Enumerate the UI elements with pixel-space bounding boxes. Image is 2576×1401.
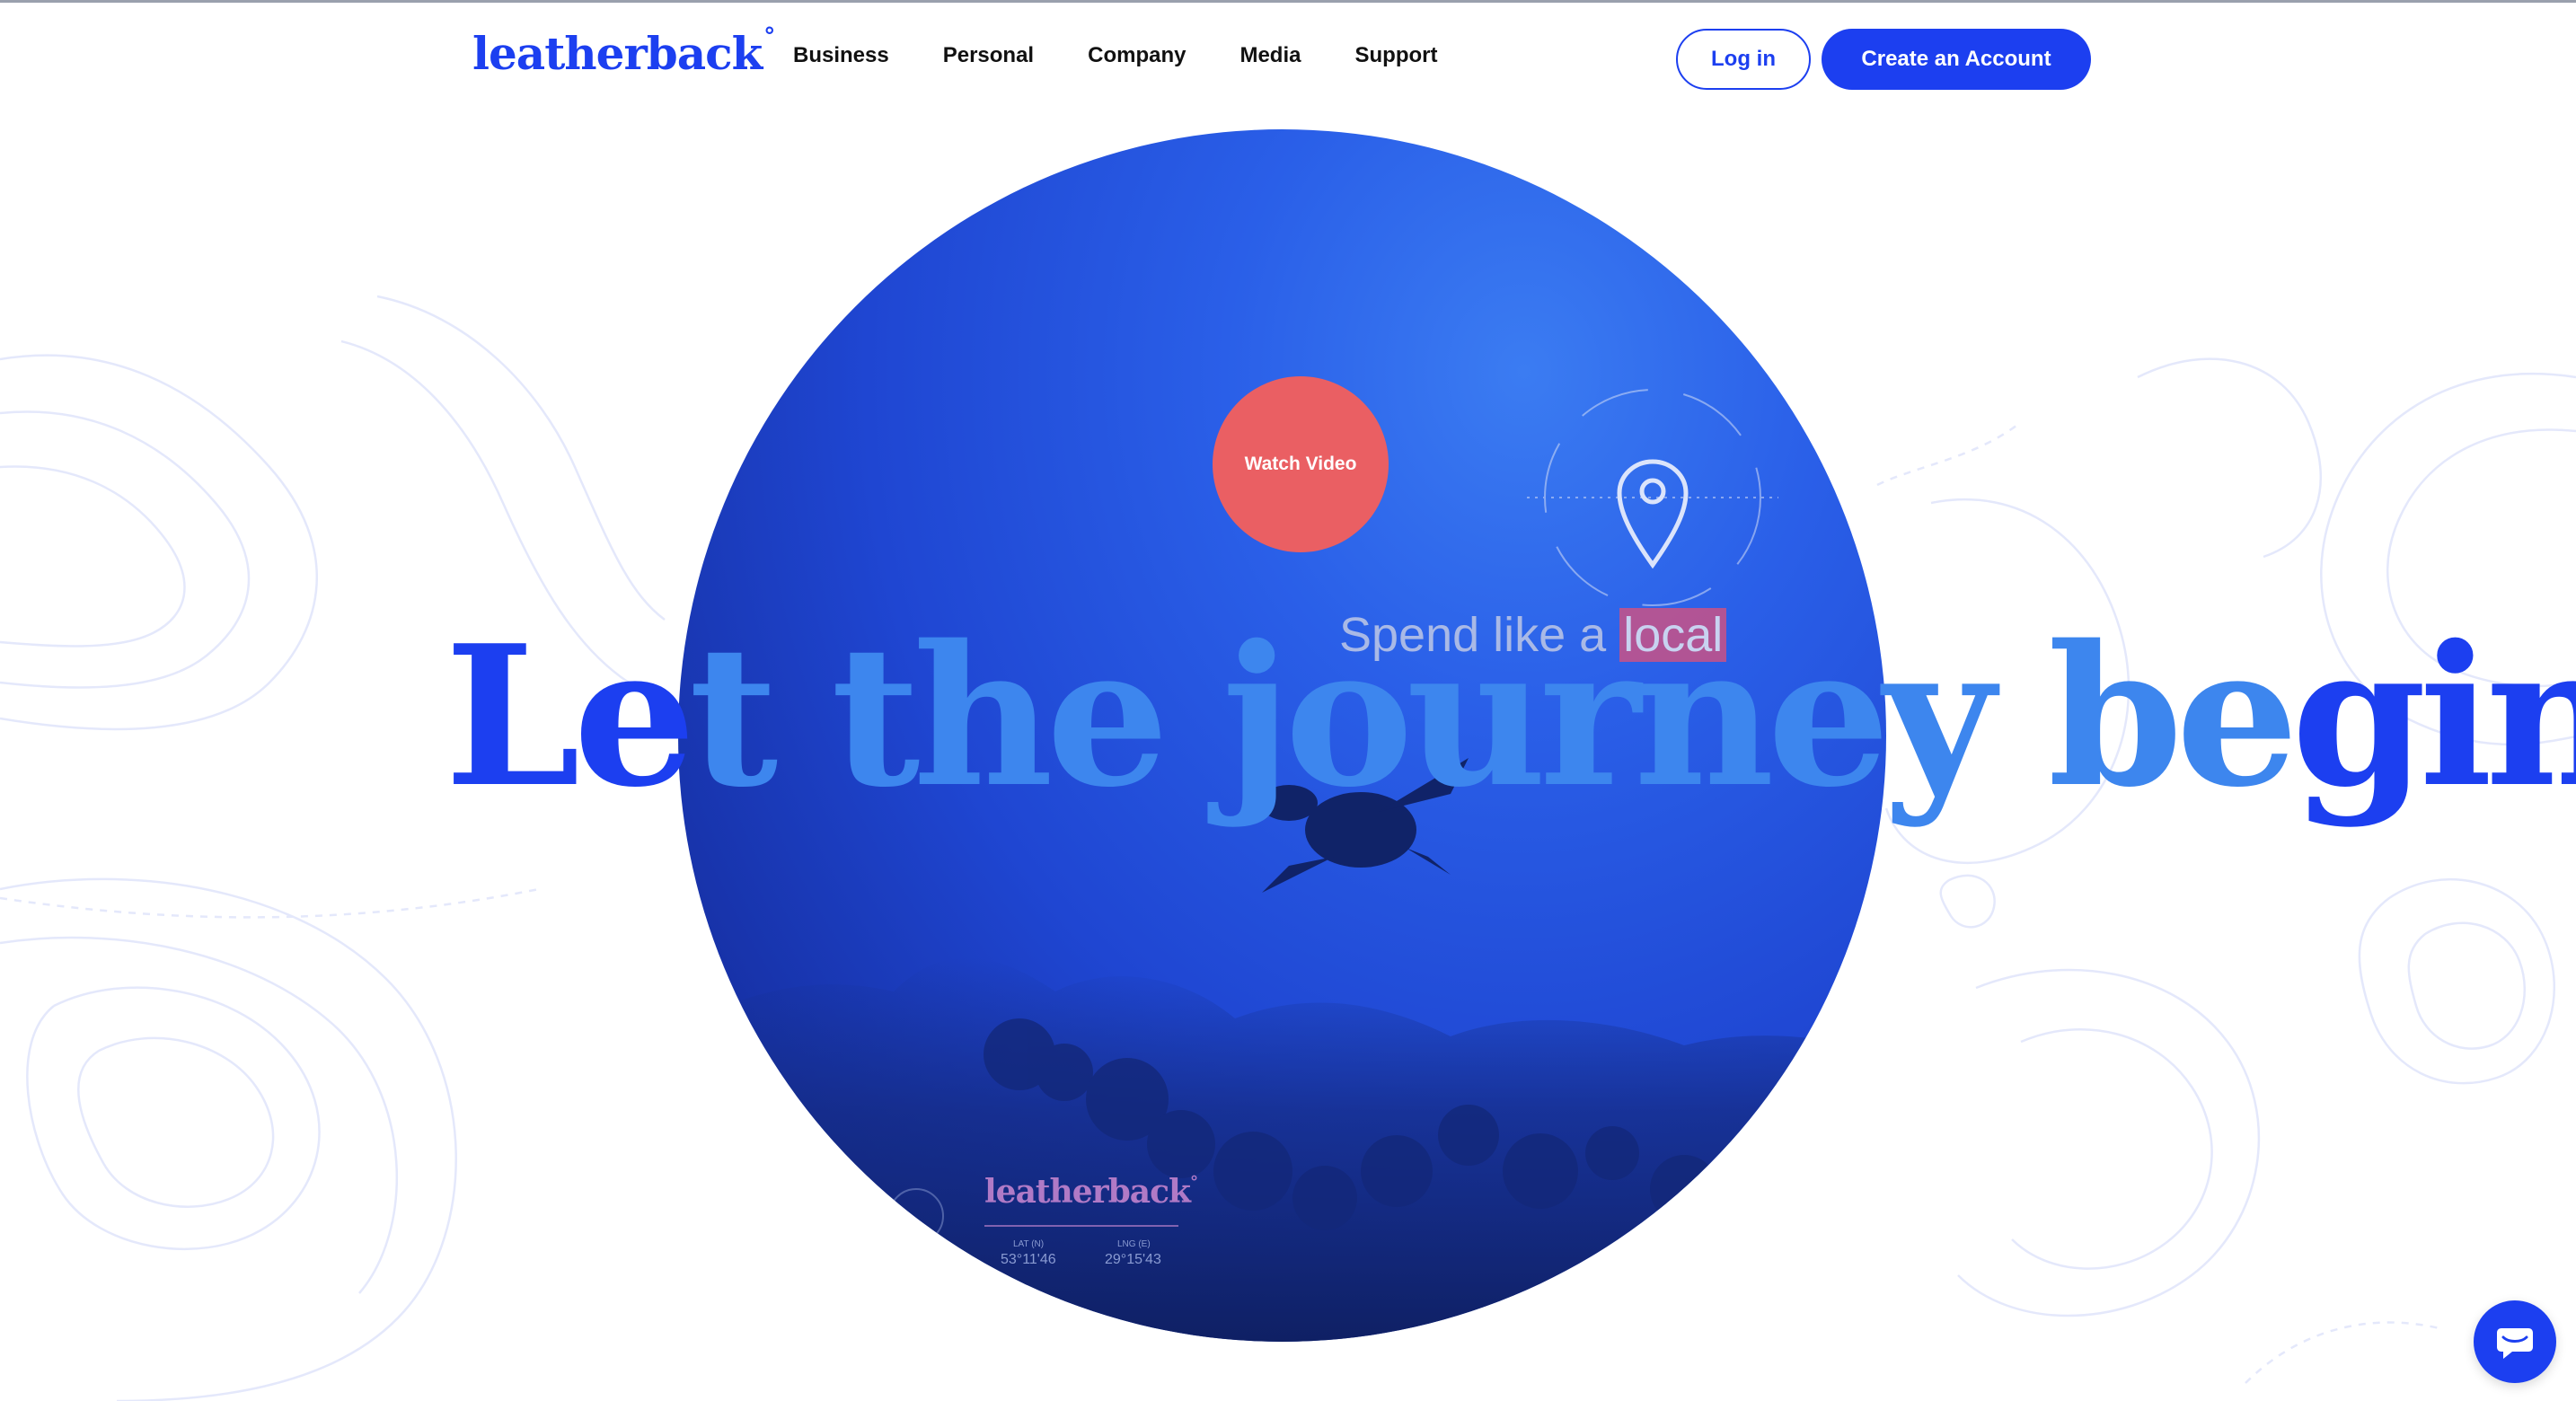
video-watermark-degree: ° (1189, 1173, 1198, 1192)
video-watermark-divider (984, 1225, 1178, 1227)
nav-item-business[interactable]: Business (793, 43, 889, 68)
login-button[interactable]: Log in (1676, 29, 1811, 90)
brand-logo[interactable]: leatherback° (472, 23, 775, 80)
lng-value: 29°15'43 (1105, 1252, 1161, 1267)
lng-label: LNG (E) (1117, 1239, 1151, 1249)
watch-video-button[interactable]: Watch Video (1213, 376, 1389, 552)
lat-label: LAT (N) (1013, 1239, 1045, 1249)
create-account-button[interactable]: Create an Account (1822, 29, 2091, 90)
video-caption-prefix: Spend like a (1339, 608, 1620, 662)
hero-headline: Let the journey begin (445, 620, 2576, 813)
nav-item-support[interactable]: Support (1354, 43, 1437, 68)
video-watermark-logo: leatherback° (984, 1173, 1198, 1211)
nav-item-media[interactable]: Media (1239, 43, 1301, 68)
location-pin-icon (1617, 459, 1689, 569)
chat-bubble-icon (2497, 1328, 2533, 1359)
brand-logo-text: leatherback (472, 27, 763, 80)
brand-logo-degree: ° (763, 23, 775, 50)
video-caption: Spend like a local (1339, 607, 1727, 663)
nav-item-personal[interactable]: Personal (943, 43, 1034, 68)
main-nav: Business Personal Company Media Support (793, 43, 1491, 68)
hero-headline-part-left: Le (445, 603, 696, 830)
video-caption-highlight: local (1619, 608, 1727, 662)
site-header: leatherback° Business Personal Company M… (0, 0, 2576, 117)
lat-value: 53°11'46 (1001, 1252, 1056, 1267)
hero-headline-part-right: gin (2291, 603, 2576, 830)
video-watermark-logo-text: leatherback (984, 1173, 1191, 1211)
nav-item-company[interactable]: Company (1088, 43, 1186, 68)
chat-widget-button[interactable] (2474, 1300, 2556, 1383)
